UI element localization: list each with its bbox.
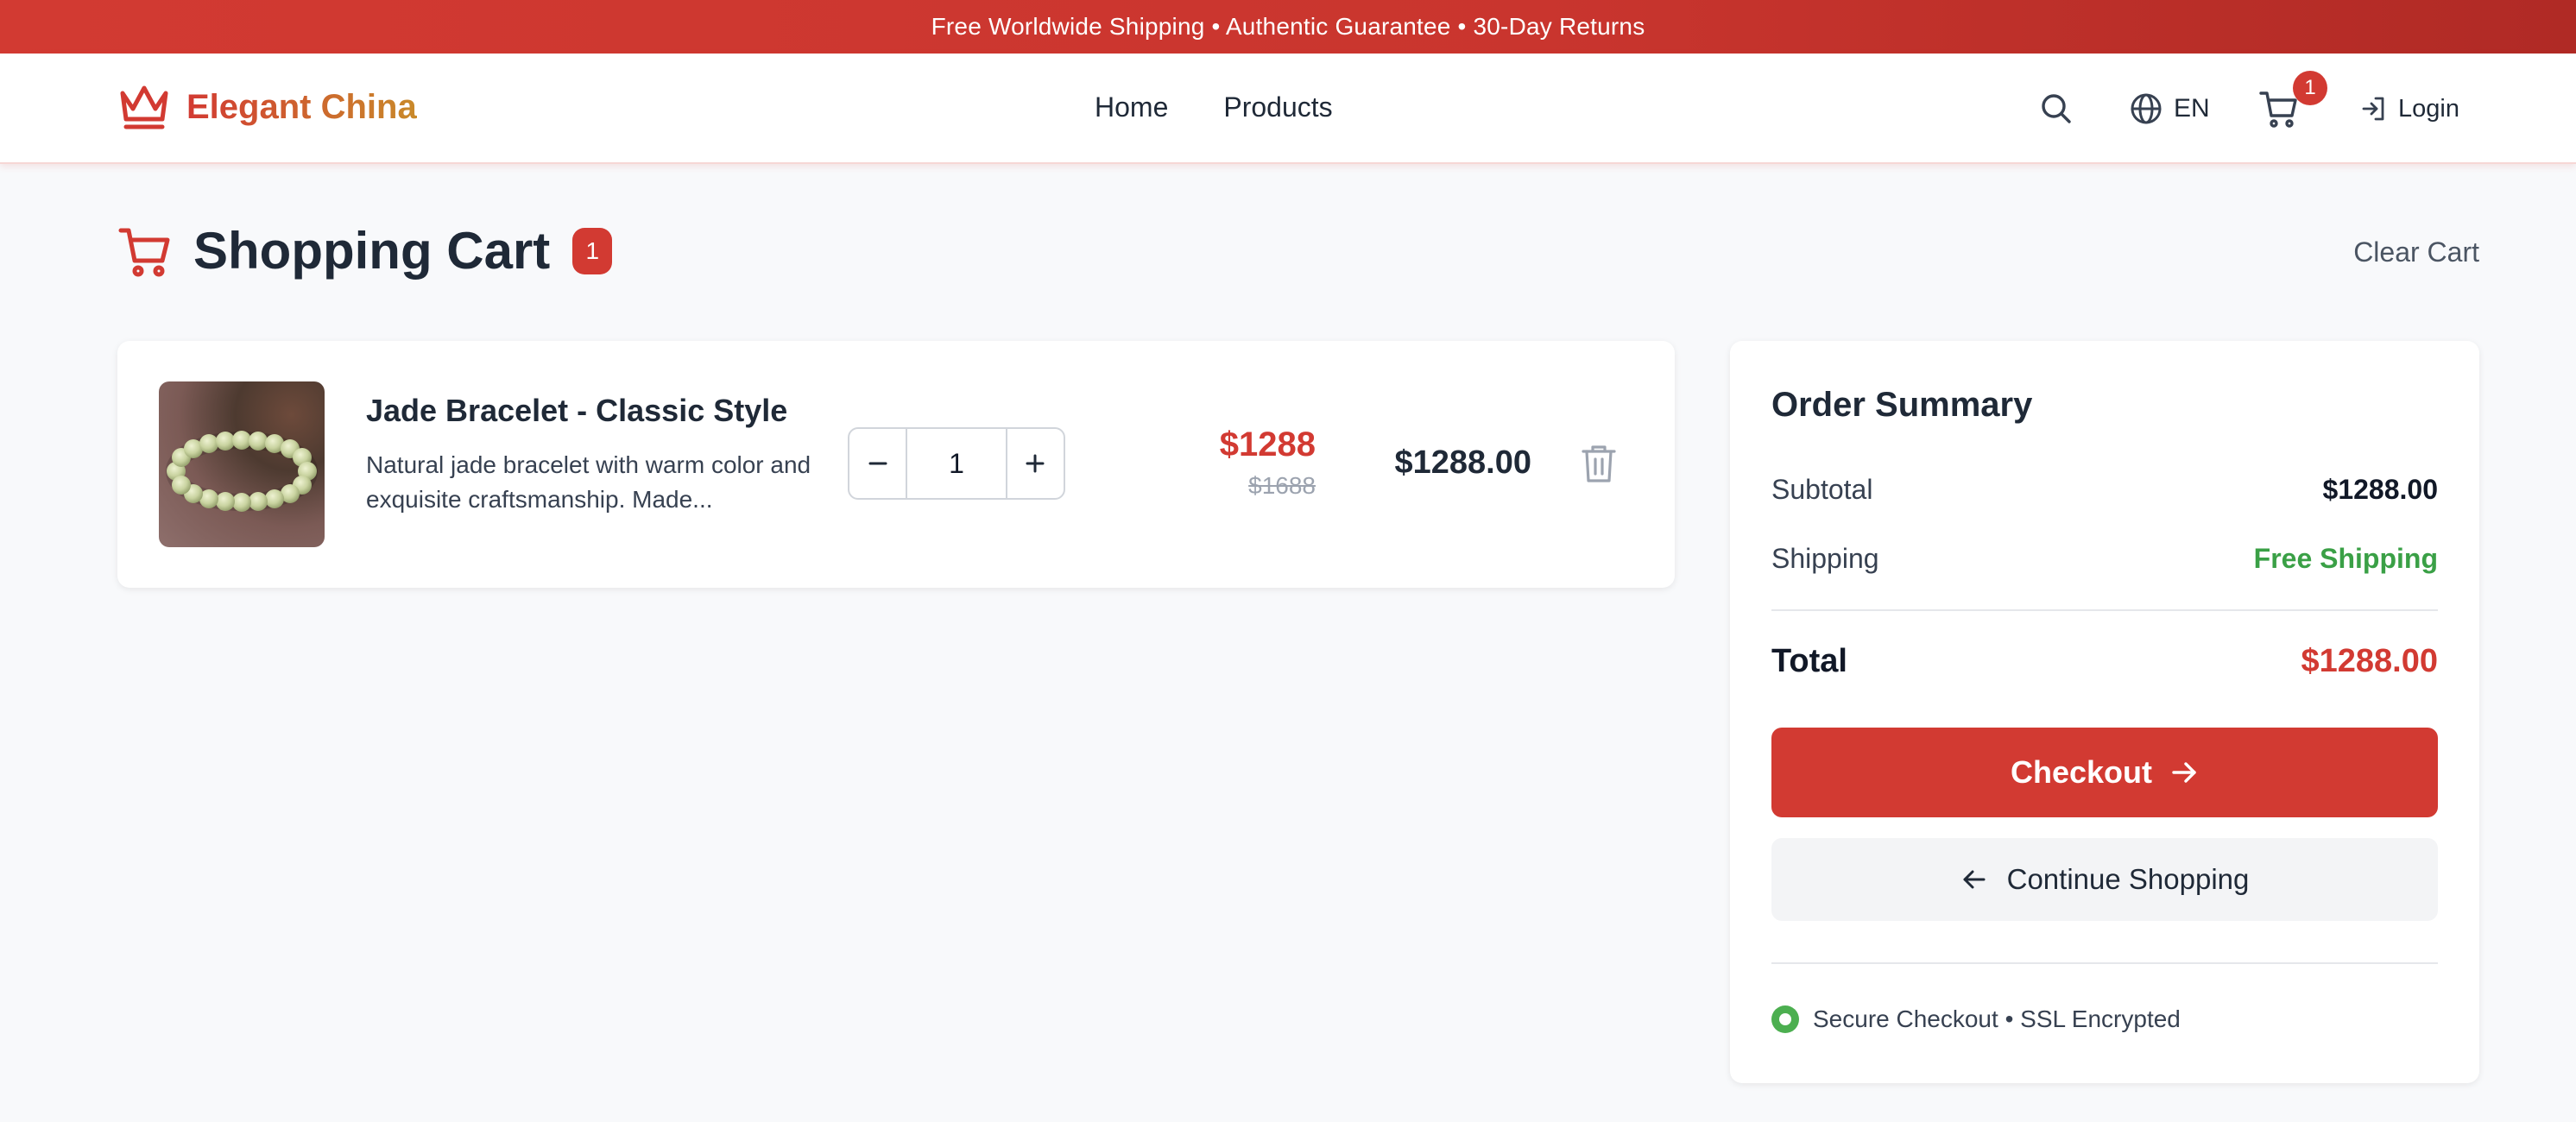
item-name[interactable]: Jade Bracelet - Classic Style: [366, 393, 787, 429]
order-summary: Order Summary Subtotal $1288.00 Shipping…: [1730, 341, 2479, 1083]
continue-shopping-button[interactable]: Continue Shopping: [1771, 838, 2438, 921]
cart-count-badge: 1: [2293, 71, 2327, 105]
total-label: Total: [1771, 643, 1847, 679]
main-nav: Home Products: [1095, 91, 1333, 123]
brand-name: Elegant China: [186, 87, 417, 126]
page-title: Shopping Cart: [193, 222, 551, 280]
search-icon: [2042, 94, 2071, 123]
checkout-button[interactable]: Checkout: [1771, 728, 2438, 817]
site-header: Elegant China Home Products EN 1 Login: [0, 54, 2576, 164]
cart-count-badge: 1: [572, 227, 613, 274]
login-button[interactable]: Login: [2360, 83, 2459, 135]
increase-quantity-button[interactable]: [1007, 429, 1064, 498]
nav-home[interactable]: Home: [1095, 91, 1168, 123]
secure-status-icon: [1771, 1005, 1799, 1033]
unit-price: $1288: [1219, 425, 1316, 463]
promo-text: Free Worldwide Shipping • Authentic Guar…: [931, 13, 1645, 40]
subtotal-row: Subtotal $1288.00: [1771, 474, 2438, 506]
remove-item-button[interactable]: [1580, 443, 1618, 484]
subtotal-value: $1288.00: [2322, 474, 2438, 505]
cart-item: Jade Bracelet - Classic Style Natural ja…: [117, 341, 1675, 588]
language-selector[interactable]: EN: [2129, 83, 2210, 135]
nav-products[interactable]: Products: [1223, 91, 1332, 123]
language-label: EN: [2174, 94, 2210, 123]
quantity-stepper: 1: [848, 427, 1065, 500]
secure-checkout-note: Secure Checkout • SSL Encrypted: [1771, 1005, 2181, 1033]
summary-title: Order Summary: [1771, 386, 2033, 424]
header-cart-button[interactable]: 1: [2258, 71, 2327, 135]
decrease-quantity-button[interactable]: [849, 429, 906, 498]
arrow-right-icon: [2172, 762, 2196, 783]
summary-divider: [1771, 962, 2438, 964]
cart-title-row: Shopping Cart 1: [117, 221, 613, 280]
total-value: $1288.00: [2301, 643, 2439, 679]
continue-shopping-label: Continue Shopping: [2006, 863, 2250, 895]
line-total: $1288.00: [1394, 444, 1532, 481]
product-image[interactable]: [159, 381, 325, 547]
item-description: Natural jade bracelet with warm color an…: [366, 451, 811, 513]
clear-cart-button[interactable]: Clear Cart: [2353, 236, 2479, 268]
login-icon: [2362, 97, 2384, 121]
promo-banner: Free Worldwide Shipping • Authentic Guar…: [0, 0, 2576, 54]
crown-icon: [120, 85, 168, 129]
checkout-label: Checkout: [2010, 754, 2153, 790]
bracelet-image: [166, 431, 318, 512]
cart-icon: [118, 228, 170, 276]
login-label: Login: [2398, 94, 2459, 123]
summary-divider: [1771, 609, 2438, 611]
quantity-value[interactable]: 1: [906, 429, 1007, 498]
shipping-value: Free Shipping: [2253, 543, 2438, 574]
original-price: $1688: [1248, 472, 1316, 499]
plus-icon: [1026, 454, 1045, 473]
shipping-row: Shipping Free Shipping: [1771, 543, 2438, 575]
trash-icon: [1582, 445, 1616, 482]
globe-icon: [2131, 93, 2162, 124]
secure-checkout-text: Secure Checkout • SSL Encrypted: [1813, 1005, 2181, 1032]
shipping-label: Shipping: [1771, 543, 1879, 574]
total-row: Total $1288.00: [1771, 643, 2438, 680]
brand-logo[interactable]: Elegant China: [117, 83, 417, 131]
subtotal-label: Subtotal: [1771, 474, 1873, 505]
search-button[interactable]: [2039, 83, 2074, 135]
minus-icon: [868, 462, 887, 465]
arrow-left-icon: [1963, 870, 1986, 889]
